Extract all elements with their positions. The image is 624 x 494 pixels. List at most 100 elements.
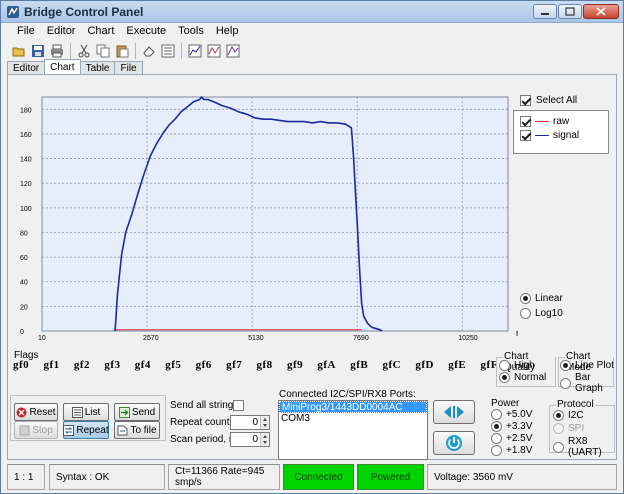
quality-normal-option[interactable]: Normal: [499, 372, 546, 383]
protocol-rx8-option[interactable]: RX8 (UART): [553, 436, 616, 458]
list-view-button[interactable]: [160, 43, 176, 59]
flag-gf9[interactable]: gf9: [287, 359, 303, 371]
quality-high-radio[interactable]: [499, 360, 510, 371]
port-item-com3[interactable]: COM3: [279, 413, 427, 425]
chart-options-button[interactable]: [206, 43, 222, 59]
cut-button[interactable]: [76, 43, 92, 59]
port-toggle-button[interactable]: [433, 400, 475, 424]
stop-button[interactable]: Stop: [14, 421, 58, 439]
power-2v5-radio[interactable]: [491, 433, 502, 444]
paste-button[interactable]: [114, 43, 130, 59]
scan-period-arrows[interactable]: [260, 433, 269, 446]
protocol-i2c-option[interactable]: I2C: [553, 410, 584, 421]
flag-gf8[interactable]: gf8: [257, 359, 273, 371]
protocol-spi-option[interactable]: SPI: [553, 423, 584, 434]
protocol-rx8-radio[interactable]: [553, 441, 564, 453]
minimize-button[interactable]: [533, 4, 557, 19]
menu-execute[interactable]: Execute: [120, 23, 172, 41]
protocol-spi-label: SPI: [568, 423, 585, 434]
select-all-check-box[interactable]: [520, 95, 531, 106]
power-1v8-label: +1.8V: [506, 445, 533, 456]
send-all-label: Send all strings:: [170, 400, 242, 411]
power-1v8-radio[interactable]: [491, 445, 502, 456]
scale-log10-option[interactable]: Log10: [520, 308, 563, 319]
legend-item-signal[interactable]: signal: [520, 130, 579, 141]
repeat-count-spinner[interactable]: 0: [230, 415, 270, 430]
power-2v5-option[interactable]: +2.5V: [491, 433, 532, 444]
scale-linear-label: Linear: [535, 293, 563, 304]
legend-item-raw[interactable]: raw: [520, 116, 569, 127]
mode-line-plot-radio[interactable]: [560, 360, 571, 371]
flag-gf7[interactable]: gf7: [226, 359, 242, 371]
maximize-button[interactable]: [558, 4, 582, 19]
toolbar-separator: [181, 43, 182, 59]
status-rate: Ct=11366 Rate=945 smp/s: [168, 464, 280, 490]
close-button[interactable]: [583, 4, 619, 19]
protocol-spi-radio[interactable]: [553, 423, 564, 434]
legend-signal-checkbox[interactable]: [520, 130, 531, 141]
flag-gf6[interactable]: gf6: [196, 359, 212, 371]
mode-line-plot-option[interactable]: Line Plot: [560, 360, 614, 371]
power-5v-option[interactable]: +5.0V: [491, 409, 532, 420]
tab-table[interactable]: Table: [79, 61, 116, 74]
flag-gf1[interactable]: gf1: [43, 359, 59, 371]
flag-gf4[interactable]: gf4: [135, 359, 151, 371]
send-all-checkbox[interactable]: [233, 400, 244, 411]
tab-chart[interactable]: Chart: [44, 59, 81, 74]
x-tick-label: 10250: [458, 335, 478, 342]
flag-gfD[interactable]: gfD: [415, 359, 434, 371]
flag-gf2[interactable]: gf2: [74, 359, 90, 371]
menu-chart[interactable]: Chart: [81, 23, 120, 41]
menu-tools[interactable]: Tools: [172, 23, 210, 41]
scale-log10-radio[interactable]: [520, 308, 531, 319]
ports-list[interactable]: MiniProg3/1443DD0004AC COM3: [278, 400, 428, 460]
eraser-button[interactable]: [141, 43, 157, 59]
tab-file[interactable]: File: [114, 61, 143, 74]
power-toggle-button[interactable]: [433, 431, 475, 455]
flag-gfB[interactable]: gfB: [350, 359, 368, 371]
to-file-button[interactable]: To file: [114, 421, 160, 439]
open-button[interactable]: [11, 43, 27, 59]
flag-gf5[interactable]: gf5: [165, 359, 181, 371]
quality-normal-radio[interactable]: [499, 372, 510, 383]
chart-button[interactable]: [187, 43, 203, 59]
mode-bar-graph-radio[interactable]: [560, 377, 571, 389]
protocol-i2c-radio[interactable]: [553, 410, 564, 421]
list-icon: [71, 406, 83, 418]
mode-bar-graph-option[interactable]: Bar Graph: [560, 372, 616, 394]
copy-button[interactable]: [95, 43, 111, 59]
quality-high-option[interactable]: High: [499, 360, 535, 371]
scale-linear-radio[interactable]: [520, 293, 531, 304]
repeat-button[interactable]: Repeat: [63, 421, 109, 439]
menu-help[interactable]: Help: [210, 23, 245, 41]
chart-export-button[interactable]: [225, 43, 241, 59]
chart-area[interactable]: 0 20 40 60 80 100 120 140 160 180 10 2570 5130 7690 10…: [8, 75, 518, 347]
flag-gfC[interactable]: gfC: [383, 359, 402, 371]
select-all-checkbox[interactable]: Select All: [520, 95, 577, 106]
reset-button[interactable]: Reset: [14, 403, 58, 421]
menu-editor[interactable]: Editor: [41, 23, 82, 41]
power-3v3-option[interactable]: +3.3V: [491, 421, 532, 432]
open-folder-icon: [12, 47, 25, 57]
print-button[interactable]: [49, 43, 65, 59]
scale-linear-option[interactable]: Linear: [520, 293, 563, 304]
legend-raw-checkbox[interactable]: [520, 116, 531, 127]
y-tick-label: 60: [20, 255, 28, 262]
flag-gfE[interactable]: gfE: [448, 359, 466, 371]
power-3v3-radio[interactable]: [491, 421, 502, 432]
flag-gf0[interactable]: gf0: [13, 359, 29, 371]
send-button[interactable]: Send: [114, 403, 160, 421]
power-5v-radio[interactable]: [491, 409, 502, 420]
flag-gf3[interactable]: gf3: [104, 359, 120, 371]
list-button[interactable]: List: [63, 403, 109, 421]
chart-icon: [188, 44, 202, 58]
scan-period-spinner[interactable]: 0: [230, 432, 270, 447]
menu-file[interactable]: File: [11, 23, 41, 41]
save-button[interactable]: [30, 43, 46, 59]
repeat-count-arrows[interactable]: [260, 416, 269, 429]
port-item-miniprog3[interactable]: MiniProg3/1443DD0004AC: [279, 401, 427, 413]
power-1v8-option[interactable]: +1.8V: [491, 445, 532, 456]
title-bar[interactable]: Bridge Control Panel: [1, 1, 623, 23]
tab-editor[interactable]: Editor: [7, 61, 46, 74]
flag-gfA[interactable]: gfA: [317, 359, 336, 371]
